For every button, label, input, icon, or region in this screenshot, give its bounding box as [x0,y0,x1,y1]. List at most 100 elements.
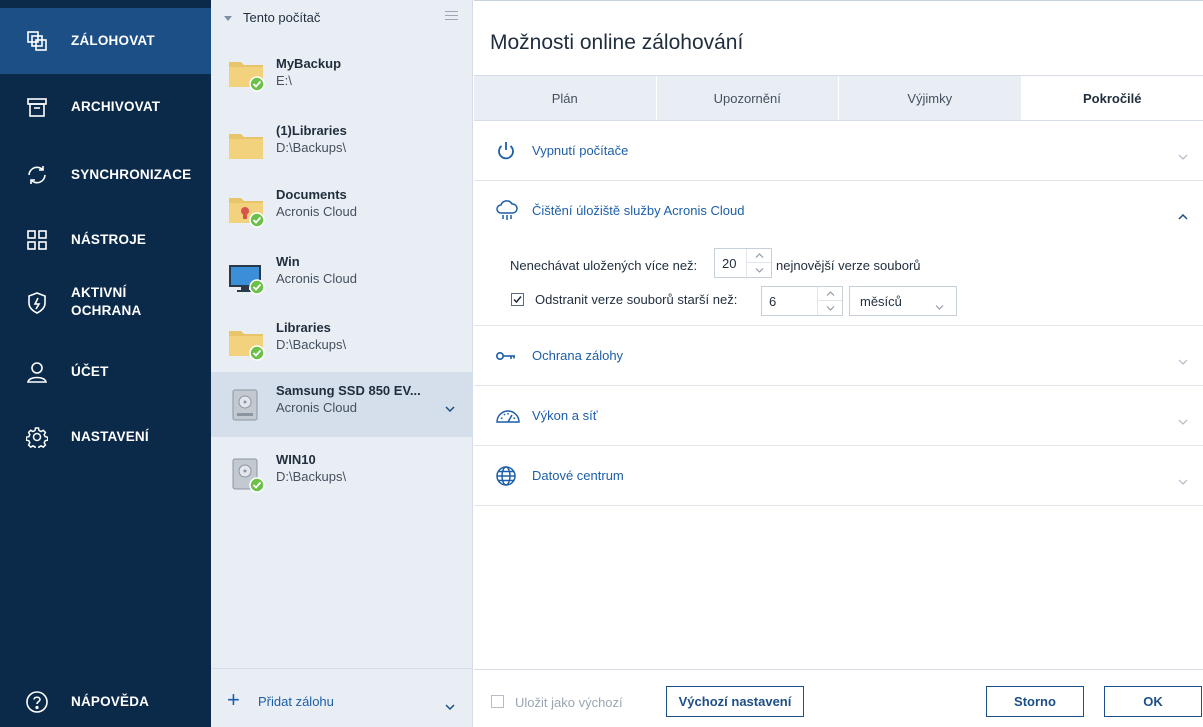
section-title: Ochrana zálohy [532,348,624,363]
cancel-button[interactable]: Storno [986,686,1084,717]
section-performance-network: Výkon a síť [474,386,1203,446]
globe-icon [495,465,517,487]
backup-name: MyBackup [276,56,342,71]
chevron-down-icon [1178,147,1188,165]
documents-folder-ok-icon [227,188,267,228]
backup-item[interactable]: Documents Acronis Cloud [211,176,473,242]
delete-older-checkbox[interactable] [511,293,524,306]
spinner-up-icon[interactable] [747,249,771,263]
folder-ok-icon [227,52,267,92]
section-title: Vypnutí počítače [532,143,629,158]
keep-versions-suffix: nejnovější verze souborů [776,258,921,273]
section-shutdown: Vypnutí počítače [474,121,1203,181]
chevron-down-icon [935,297,944,315]
backup-item[interactable]: Win Acronis Cloud [211,243,473,309]
cloud-cleanup-icon [495,200,518,222]
folder-ok-icon [227,321,267,361]
backup-item[interactable]: MyBackup E:\ [211,40,473,106]
spinner-up-icon[interactable] [818,287,842,301]
nav-item-tools[interactable]: NÁSTROJE [0,207,211,273]
options-tabs: Plán Upozornění Výjimky Pokročilé [474,75,1203,121]
save-as-default-label: Uložit jako výchozí [515,695,623,710]
plus-icon[interactable]: + [227,689,240,711]
tab-advanced[interactable]: Pokročilé [1021,76,1203,120]
nav-label: NÁPOVĚDA [71,694,150,709]
nav-item-archive[interactable]: ARCHIVOVAT [0,74,211,140]
list-header[interactable]: Tento počítač [211,0,473,30]
backup-item-selected[interactable]: Samsung SSD 850 EV... Acronis Cloud [211,372,473,437]
backup-destination: Acronis Cloud [276,271,357,286]
default-settings-button[interactable]: Výchozí nastavení [666,686,804,717]
add-backup-bar: + Přidat zálohu [211,668,473,727]
backup-destination: Acronis Cloud [276,204,357,219]
backup-name: WIN10 [276,452,316,467]
spinner-down-icon[interactable] [747,263,771,277]
key-icon [495,345,517,367]
nav-item-settings[interactable]: NASTAVENÍ [0,404,211,470]
nav-item-help[interactable]: NÁPOVĚDA [0,669,211,727]
nav-label: SYNCHRONIZACE [71,167,192,182]
section-header[interactable]: Ochrana zálohy [474,326,1203,386]
nav-item-account[interactable]: ÚČET [0,339,211,405]
chevron-down-icon[interactable] [445,697,455,715]
main-nav: ZÁLOHOVAT ARCHIVOVAT SYNCHRONIZACE NÁSTR… [0,0,211,727]
section-header[interactable]: Datové centrum [474,446,1203,506]
gauge-icon [495,405,520,427]
keep-versions-spinner[interactable]: 20 [714,248,772,278]
section-header[interactable]: Vypnutí počítače [474,121,1203,181]
section-title: Čištění úložiště služby Acronis Cloud [532,203,745,218]
age-unit-value: měsíců [860,294,902,309]
tab-notifications[interactable]: Upozornění [657,76,839,120]
add-backup-button[interactable]: Přidat zálohu [258,694,334,709]
hamburger-menu-icon[interactable] [445,11,458,23]
age-unit-select[interactable]: měsíců [849,286,957,316]
tools-grid-icon [24,227,50,253]
backup-name: Win [276,254,300,269]
backup-item[interactable]: Libraries D:\Backups\ [211,309,473,375]
backup-name: Samsung SSD 850 EV... [276,383,421,398]
ok-button[interactable]: OK [1104,686,1202,717]
delete-older-value[interactable]: 6 [769,294,776,309]
gear-icon [24,424,50,450]
disk-icon [227,384,267,424]
backup-name: (1)Libraries [276,123,347,138]
backup-list: Tento počítač MyBackup E:\ (1)Libraries … [211,0,473,727]
nav-item-sync[interactable]: SYNCHRONIZACE [0,142,211,208]
backup-destination: Acronis Cloud [276,400,357,415]
power-icon [495,140,517,162]
chevron-down-icon[interactable] [445,399,455,417]
spinner-down-icon[interactable] [818,301,842,315]
backup-destination: E:\ [276,73,292,88]
backup-name: Documents [276,187,347,202]
chevron-down-icon [1178,412,1188,430]
nav-label: NASTAVENÍ [71,429,149,444]
nav-label: ÚČET [71,364,109,379]
nav-item-active-protection[interactable]: AKTIVNÍ OCHRANA [0,270,211,336]
sync-icon [24,162,50,188]
nav-item-backup[interactable]: ZÁLOHOVAT [0,8,211,74]
section-header[interactable]: Výkon a síť [474,386,1203,446]
tab-schedule[interactable]: Plán [474,76,657,120]
spinner-buttons [746,249,771,277]
section-header[interactable]: Čištění úložiště služby Acronis Cloud [474,181,1203,241]
delete-older-label: Odstranit verze souborů starší než: [535,292,738,307]
backup-icon [24,28,50,54]
backup-item[interactable]: (1)Libraries D:\Backups\ [211,112,473,178]
archive-icon [24,94,50,120]
delete-older-spinner[interactable]: 6 [761,286,843,316]
shield-icon [24,290,50,316]
help-icon [24,689,50,715]
save-as-default-checkbox[interactable] [491,695,504,708]
backup-item[interactable]: WIN10 D:\Backups\ [211,441,473,507]
disk-ok-icon [227,453,267,493]
nav-label: ARCHIVOVAT [71,99,161,114]
computer-ok-icon [227,255,267,295]
section-title: Výkon a síť [532,408,598,423]
spinner-buttons [817,287,842,315]
backup-name: Libraries [276,320,331,335]
chevron-down-icon [1178,352,1188,370]
dialog-footer: Uložit jako výchozí Výchozí nastavení St… [474,669,1203,727]
keep-versions-value[interactable]: 20 [722,256,736,271]
tab-exclusions[interactable]: Výjimky [839,76,1022,120]
user-icon [24,359,50,385]
